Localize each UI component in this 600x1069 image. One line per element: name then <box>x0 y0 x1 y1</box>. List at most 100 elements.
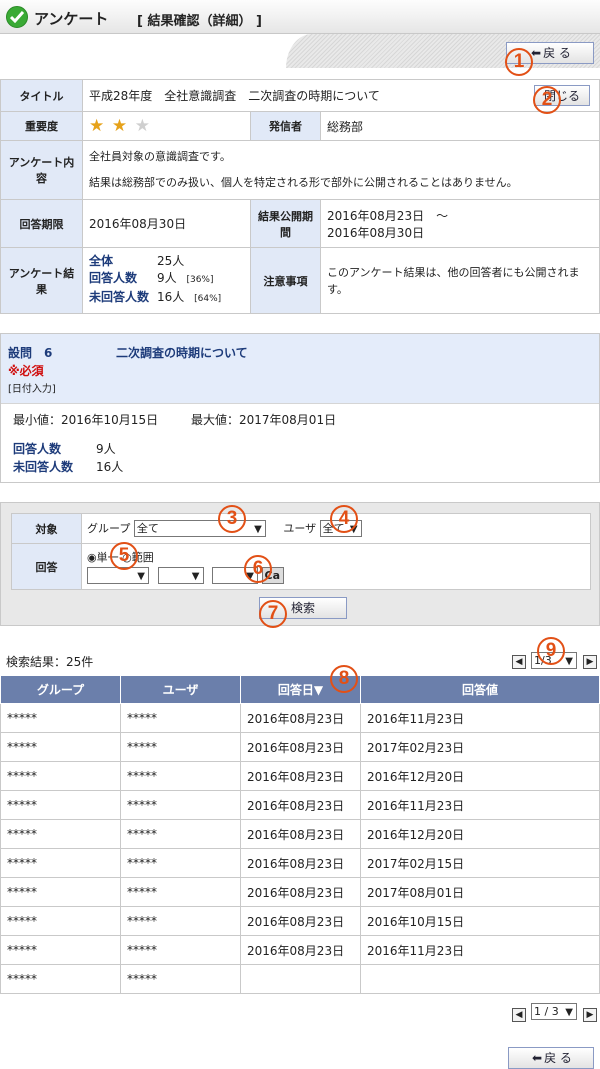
prev-page-icon[interactable]: ◀ <box>512 655 526 669</box>
chevron-down-icon: ▼ <box>565 1007 573 1018</box>
table-cell: 2017年08月01日 <box>360 877 600 907</box>
table-cell <box>360 964 600 994</box>
table-cell: 2016年11月23日 <box>360 703 600 733</box>
table-row: ***** ***** 2016年08月23日 2016年12月20日 <box>0 819 600 849</box>
unanswered-pct: [64%] <box>194 294 222 304</box>
question-title: 二次調査の時期について <box>116 346 248 360</box>
table-cell: ***** <box>120 790 241 820</box>
table-cell: 2017年02月15日 <box>360 848 600 878</box>
next-page-icon[interactable]: ▶ <box>583 655 597 669</box>
result-label: アンケート結果 <box>0 247 83 314</box>
target-label: 対象 <box>11 513 82 544</box>
title-bar: アンケート [ 結果確認（詳細） ] <box>0 0 600 34</box>
group-label: グループ <box>87 521 131 535</box>
col-answer-value[interactable]: 回答値 <box>360 675 600 704</box>
next-page-icon-bottom[interactable]: ▶ <box>583 1008 597 1022</box>
content-line-1: 全社員対象の意識調査です。 <box>89 150 231 163</box>
check-icon <box>6 6 28 28</box>
deadline-label: 回答期限 <box>0 199 83 248</box>
table-cell: ***** <box>0 703 121 733</box>
marker-6: 6 <box>244 555 272 583</box>
table-cell: ***** <box>0 819 121 849</box>
title-label: タイトル <box>0 79 83 112</box>
col-group[interactable]: グループ <box>0 675 121 704</box>
table-cell: ***** <box>0 964 121 994</box>
result-summary: 全体 25人 回答人数 9人 [36%] 未回答人数 16人 [64%] <box>82 247 251 314</box>
unanswered-value: 16人 <box>157 290 185 304</box>
table-cell <box>240 964 361 994</box>
table-cell: ***** <box>120 732 241 762</box>
marker-7: 7 <box>259 600 287 628</box>
star-icon: ★ <box>111 116 128 136</box>
user-label: ユーザ <box>283 521 317 535</box>
table-row: ***** ***** 2016年08月23日 2016年11月23日 <box>0 935 600 965</box>
table-cell: ***** <box>0 732 121 762</box>
importance-label: 重要度 <box>0 111 83 141</box>
table-cell: ***** <box>120 935 241 965</box>
table-cell: ***** <box>0 935 121 965</box>
table-cell: 2016年12月20日 <box>360 819 600 849</box>
star-icon: ★ <box>89 116 105 136</box>
table-cell: 2016年08月23日 <box>240 761 361 791</box>
table-row: ***** ***** 2016年08月23日 2016年11月23日 <box>0 790 600 820</box>
publish-from: 2016年08月23日 〜 <box>327 208 449 223</box>
answered-pct: [36%] <box>186 275 214 285</box>
table-cell: ***** <box>0 877 121 907</box>
table-row: ***** ***** 2016年08月23日 2016年11月23日 <box>0 703 600 733</box>
results-table: グループ ユーザ 回答日▼ 回答値 ***** ***** 2016年08月23日 2… <box>0 675 600 994</box>
marker-3: 3 <box>218 505 246 533</box>
col-user[interactable]: ユーザ <box>120 675 241 704</box>
chevron-down-icon: ▼ <box>191 571 200 582</box>
table-row: ***** ***** 2016年08月23日 2016年10月15日 <box>0 906 600 936</box>
publish-label: 結果公開期間 <box>250 199 321 248</box>
page-title: アンケート <box>34 10 109 28</box>
table-cell: ***** <box>0 790 121 820</box>
min-value: 最小値：2016年10月15日 <box>13 413 159 427</box>
q-answered-value: 9人 <box>96 442 116 456</box>
notice-label: 注意事項 <box>250 247 321 314</box>
prev-page-icon-bottom[interactable]: ◀ <box>512 1008 526 1022</box>
unanswered-label: 未回答人数 <box>89 290 150 304</box>
max-value: 最大値：2017年08月01日 <box>191 413 337 427</box>
publish-to: 2016年08月30日 <box>327 225 425 240</box>
table-cell: ***** <box>120 703 241 733</box>
q-unanswered-label: 未回答人数 <box>13 460 74 474</box>
result-count: 検索結果：25件 <box>6 655 94 669</box>
back-button-bottom[interactable]: ⬅ 戻 る <box>508 1047 594 1069</box>
marker-8: 8 <box>330 665 358 693</box>
q-unanswered-value: 16人 <box>96 460 124 474</box>
back-arrow-icon: ⬅ <box>532 1051 543 1065</box>
table-cell: 2016年08月23日 <box>240 819 361 849</box>
table-cell: ***** <box>120 848 241 878</box>
table-cell: ***** <box>0 761 121 791</box>
answered-value: 9人 <box>157 271 177 285</box>
table-cell: ***** <box>120 819 241 849</box>
table-cell: 2016年10月15日 <box>360 906 600 936</box>
table-cell: ***** <box>120 877 241 907</box>
survey-info-table: タイトル 平成28年度 全社意識調査 二次調査の時期について 重要度 ★ ★ ★… <box>0 79 600 314</box>
table-cell: 2017年02月23日 <box>360 732 600 762</box>
radio-single[interactable]: ◉ <box>87 551 97 564</box>
page-select-bottom[interactable]: 1 / 3 ▼ <box>531 1003 577 1020</box>
q-answered-label: 回答人数 <box>13 442 62 456</box>
marker-9: 9 <box>537 637 565 665</box>
table-cell: ***** <box>120 964 241 994</box>
year-select[interactable]: ▼ <box>87 567 149 584</box>
chevron-down-icon: ▼ <box>137 571 145 582</box>
question-type: [日付入力] <box>8 384 56 395</box>
total-value: 25人 <box>157 254 185 268</box>
marker-5: 5 <box>110 542 138 570</box>
search-form: 対象 グループ 全て ▼ ユーザ 全て ▼ 回答 ◉単一 ○範囲 ▼ ▼ ▼ C… <box>11 513 591 590</box>
table-row: ***** ***** 2016年08月23日 2017年02月15日 <box>0 848 600 878</box>
answer-label: 回答 <box>11 543 82 590</box>
table-cell: ***** <box>0 848 121 878</box>
marker-2: 2 <box>533 86 561 114</box>
answered-label: 回答人数 <box>89 271 138 285</box>
chevron-down-icon: ▼ <box>565 656 573 667</box>
table-cell: 2016年08月23日 <box>240 703 361 733</box>
search-panel: 対象 グループ 全て ▼ ユーザ 全て ▼ 回答 ◉単一 ○範囲 ▼ ▼ ▼ C… <box>0 502 600 626</box>
table-cell: 2016年11月23日 <box>360 935 600 965</box>
group-select[interactable]: 全て ▼ <box>133 520 266 538</box>
deadline-value: 2016年08月30日 <box>82 199 251 248</box>
month-select[interactable]: ▼ <box>157 567 204 584</box>
